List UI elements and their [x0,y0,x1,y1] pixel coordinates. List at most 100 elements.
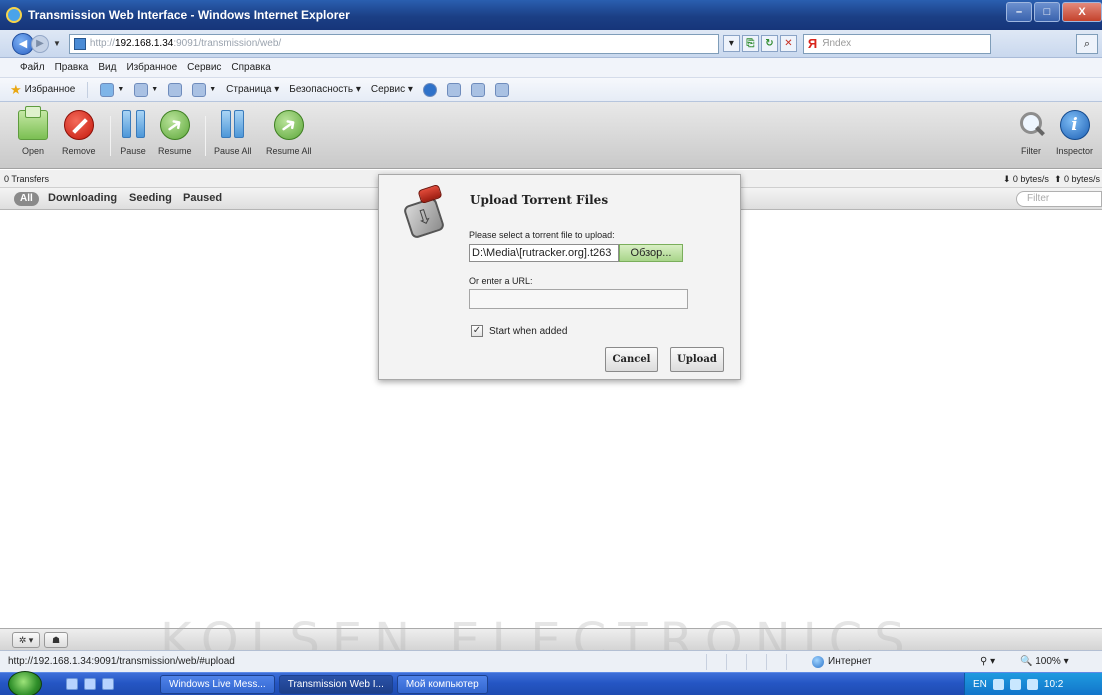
search-go-button[interactable]: ⌕ [1076,33,1098,54]
open-button[interactable]: Open [18,106,48,156]
address-input[interactable]: http://192.168.1.34:9091/transmission/we… [68,33,719,54]
language-indicator[interactable]: EN [973,679,987,690]
torrent-file-input[interactable]: D:\Media\[rutracker.org].t263 [469,244,619,262]
quick-launch [66,678,114,690]
address-scheme: http:// [89,38,115,49]
minimize-button[interactable]: – [1006,2,1032,22]
page-menu[interactable]: Страница ▾ [226,84,279,95]
menu-file[interactable]: Файл [20,62,45,73]
dialog-title: Upload Torrent Files [470,193,609,207]
compat-view-icon[interactable]: ⎘ [741,35,759,52]
print-dropdown-icon[interactable]: ▼ [209,86,216,93]
status-panes [706,654,806,670]
stop-icon[interactable]: ✕ [779,35,797,52]
tray-app-icon[interactable] [1026,679,1038,690]
addon-icon[interactable] [446,82,461,97]
network-icon[interactable] [992,679,1004,690]
switch-windows-icon[interactable] [84,678,96,690]
filter-all-tab[interactable]: All [14,192,39,206]
command-bar: ▼ ▼ ▼ Страница ▾ Безопасность ▾ Сервис ▾ [100,82,509,97]
address-dropdown-icon[interactable]: ▾ [722,35,740,52]
start-when-added-checkbox[interactable]: ✓ [471,325,483,337]
refresh-icon[interactable]: ↻ [760,35,778,52]
pause-all-button[interactable]: Pause All [214,110,252,156]
address-host: 192.168.1.34 [114,38,174,49]
toolbar-divider [110,116,111,156]
url-prompt-label: Or enter a URL: [469,276,533,286]
app-bottom-bar: ✲ ▾ ☗ [0,628,1102,650]
filter-paused-tab[interactable]: Paused [183,192,222,204]
address-path: :9091/transmission/web/ [173,38,282,49]
home-dropdown-icon[interactable]: ▼ [117,86,124,93]
menu-view[interactable]: Вид [98,62,116,73]
filter-downloading-tab[interactable]: Downloading [48,192,117,204]
task-transmission[interactable]: Transmission Web I... [278,675,393,694]
upload-button[interactable]: Upload [670,347,724,372]
window-title-bar: Transmission Web Interface - Windows Int… [0,0,1102,30]
yandex-logo-icon: Я [807,36,818,51]
favorites-star-icon: ★ [10,81,22,97]
open-label: Open [21,146,45,156]
cancel-button[interactable]: Cancel [605,347,658,372]
history-dropdown-icon[interactable]: ▼ [53,39,61,48]
menu-tools[interactable]: Сервис [187,62,221,73]
resume-icon [159,110,190,140]
magnifier-icon [1016,110,1046,140]
start-button[interactable] [8,671,42,695]
maximize-button[interactable]: □ [1034,2,1060,22]
turtle-mode-button[interactable]: ☗ [44,632,68,648]
ie-icon [6,7,22,23]
ie-launch-icon[interactable] [102,678,114,690]
system-tray: EN 10:2 [964,673,1102,695]
forward-button[interactable]: ▶ [31,34,49,53]
close-button[interactable]: X [1062,2,1102,22]
mail-icon[interactable] [168,82,183,97]
address-row: ◀ ▶ ▼ http://192.168.1.34:9091/transmiss… [0,30,1102,58]
show-desktop-icon[interactable] [66,678,78,690]
print-icon[interactable] [192,82,207,97]
taskbar: Windows Live Mess... Transmission Web I.… [0,671,1102,695]
protected-mode-icon[interactable]: ⚲ ▾ [980,651,995,673]
resume-all-button[interactable]: Resume All [266,110,312,156]
home-icon[interactable] [100,82,115,97]
remove-button[interactable]: Remove [62,110,96,156]
messenger-icon[interactable] [494,82,509,97]
feeds-icon[interactable] [134,82,149,97]
research-icon[interactable] [470,82,485,97]
menu-edit[interactable]: Правка [55,62,89,73]
tools-menu[interactable]: Сервис ▾ [371,84,413,95]
resume-all-label: Resume All [266,146,312,156]
menu-bar: Файл Правка Вид Избранное Сервис Справка [0,58,1102,78]
menu-help[interactable]: Справка [231,62,270,73]
globe-icon [812,656,824,668]
window-title: Transmission Web Interface - Windows Int… [28,8,350,22]
zoom-level[interactable]: 🔍 100% ▾ [1020,651,1069,673]
task-my-computer[interactable]: Мой компьютер [396,675,488,694]
help-icon[interactable] [422,82,437,97]
filter-search-input[interactable]: Filter [1016,191,1102,207]
start-when-added-label[interactable]: Start when added [489,326,567,337]
pause-icon [118,110,148,140]
search-input[interactable]: Я Яndex [802,33,991,54]
inspector-button[interactable]: i Inspector [1056,110,1093,156]
task-windows-live-messenger[interactable]: Windows Live Mess... [160,675,275,694]
menu-favorites[interactable]: Избранное [126,62,177,73]
pause-button[interactable]: Pause [118,110,148,156]
status-url: http://192.168.1.34:9091/transmission/we… [8,656,235,667]
favorites-button[interactable]: Избранное [25,84,76,95]
window-controls: – □ X [1006,2,1102,22]
transmission-logo-icon [401,183,451,245]
volume-icon[interactable] [1009,679,1021,690]
resume-button[interactable]: Resume [158,110,192,156]
torrent-url-input[interactable] [469,289,688,309]
favorites-bar: ★ Избранное ▼ ▼ ▼ Страница ▾ Безопасност… [0,78,1102,102]
feeds-dropdown-icon[interactable]: ▼ [151,86,158,93]
zone-label: Интернет [828,656,872,667]
settings-menu-button[interactable]: ✲ ▾ [12,632,40,648]
browse-button[interactable]: Обзор... [619,244,683,262]
security-menu[interactable]: Безопасность ▾ [289,84,361,95]
filter-seeding-tab[interactable]: Seeding [129,192,172,204]
clock[interactable]: 10:2 [1044,679,1063,690]
filter-button[interactable]: Filter [1016,110,1046,156]
file-prompt-label: Please select a torrent file to upload: [469,230,615,240]
